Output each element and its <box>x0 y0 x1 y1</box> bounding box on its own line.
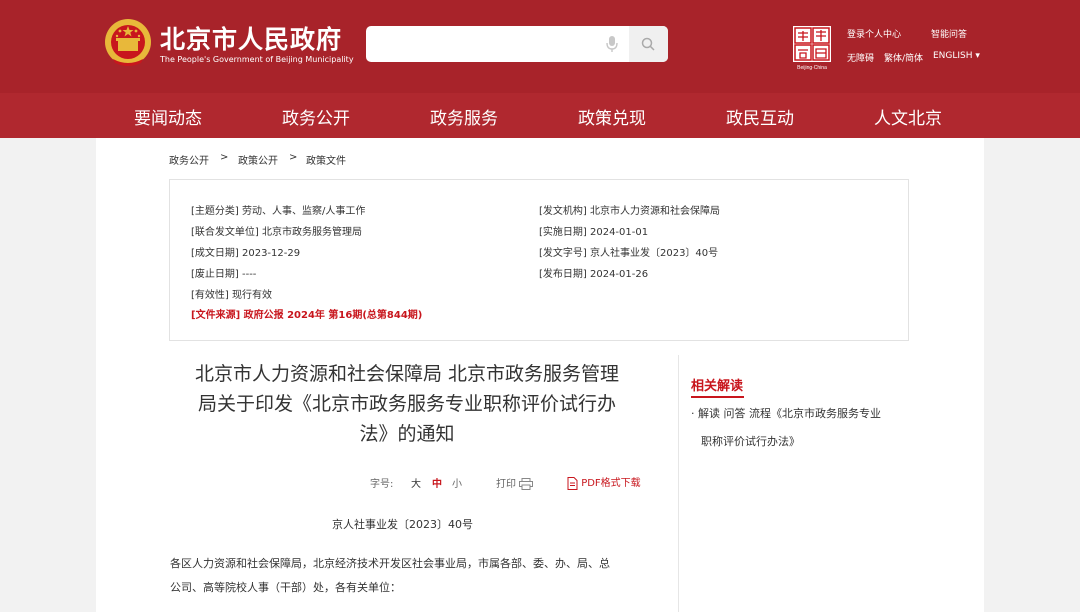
english-link[interactable]: ENGLISH ▾ <box>933 51 980 61</box>
meta-topic: [主题分类] 劳动、人事、监察/人事工作 <box>191 206 366 217</box>
nav-item-government-affairs[interactable]: 政务公开 <box>282 104 350 129</box>
article-title-line: 北京市人力资源和社会保障局 北京市政务服务管理 <box>194 363 620 385</box>
capital-logo-icon[interactable]: Beijing·China <box>792 25 832 71</box>
column-divider <box>678 355 679 612</box>
meta-written-date: [成文日期] 2023-12-29 <box>191 248 301 259</box>
meta-publish-date: [发布日期] 2024-01-26 <box>539 269 649 280</box>
site-name[interactable]: 北京市人民政府 <box>160 20 342 56</box>
pdf-icon <box>567 476 578 490</box>
smart-qa-link[interactable]: 智能问答 <box>931 27 967 40</box>
breadcrumb-item-government-affairs[interactable]: 政务公开 <box>169 152 209 167</box>
login-link[interactable]: 登录个人中心 <box>847 27 901 40</box>
meta-validity: [有效性] 现行有效 <box>191 290 272 301</box>
font-size-label: 字号: <box>370 479 394 490</box>
related-reading-title: 相关解读 <box>691 379 744 394</box>
nav-item-government-services[interactable]: 政务服务 <box>430 104 498 129</box>
related-reading-link-continued[interactable]: 职称评价试行办法》 <box>701 433 800 449</box>
nav-item-culture[interactable]: 人文北京 <box>874 104 942 129</box>
breadcrumb-separator: > <box>220 152 229 163</box>
printer-icon <box>519 478 534 490</box>
article-title-line: 法》的通知 <box>359 423 455 445</box>
national-emblem-icon[interactable] <box>103 17 153 69</box>
nav-item-policy-fulfillment[interactable]: 政策兑现 <box>578 104 646 129</box>
meta-document-number: [发文字号] 京人社事业发〔2023〕40号 <box>539 248 719 259</box>
capital-logo-caption: Beijing·China <box>797 65 827 71</box>
related-reading-underline <box>691 396 744 398</box>
search-bar <box>366 26 668 62</box>
meta-effective-date: [实施日期] 2024-01-01 <box>539 227 649 238</box>
site-name-english: The People's Government of Beijing Munic… <box>160 55 354 64</box>
traditional-simplified-link[interactable]: 繁体/简体 <box>884 51 923 64</box>
document-number: 京人社事业发〔2023〕40号 <box>332 518 473 531</box>
meta-source[interactable]: [文件来源] 政府公报 2024年 第16期(总第844期) <box>191 306 422 321</box>
nav-item-news[interactable]: 要闻动态 <box>134 104 202 129</box>
search-button[interactable] <box>629 26 668 62</box>
article-body-line: 公司、高等院校人事（干部）处，各有关单位： <box>170 581 401 594</box>
pdf-download-label: PDF格式下载 <box>581 478 641 489</box>
article-body-line: 各区人力资源和社会保障局，北京经济技术开发区社会事业局，市属各部、委、办、局、总 <box>170 557 610 570</box>
nav-item-interaction[interactable]: 政民互动 <box>726 104 794 129</box>
meta-joint-issuer: [联合发文单位] 北京市政务服务管理局 <box>191 227 362 238</box>
breadcrumb-item-policy-documents[interactable]: 政策文件 <box>306 152 346 167</box>
search-input[interactable] <box>366 26 596 62</box>
breadcrumb-separator: > <box>289 152 298 163</box>
meta-abolish-date: [废止日期] ---- <box>191 269 257 280</box>
accessibility-link[interactable]: 无障碍 <box>847 51 874 64</box>
print-button[interactable]: 打印 <box>496 475 534 490</box>
chevron-down-icon: ▾ <box>975 51 980 61</box>
font-size-large[interactable]: 大 <box>411 475 421 490</box>
article-title-line: 局关于印发《北京市政务服务专业职称评价试行办 <box>197 393 616 415</box>
breadcrumb-item-policy[interactable]: 政策公开 <box>238 152 278 167</box>
pdf-download-link[interactable]: PDF格式下载 <box>567 474 641 490</box>
font-size-medium[interactable]: 中 <box>432 475 442 490</box>
print-label: 打印 <box>496 479 516 490</box>
search-icon <box>641 37 655 51</box>
meta-issuing-agency: [发文机构] 北京市人力资源和社会保障局 <box>539 206 720 217</box>
english-link-label: ENGLISH <box>933 51 973 61</box>
font-size-small[interactable]: 小 <box>452 475 462 490</box>
microphone-icon[interactable] <box>604 35 620 53</box>
related-reading-link[interactable]: · 解读 问答 流程《北京市政务服务专业 <box>691 405 881 421</box>
